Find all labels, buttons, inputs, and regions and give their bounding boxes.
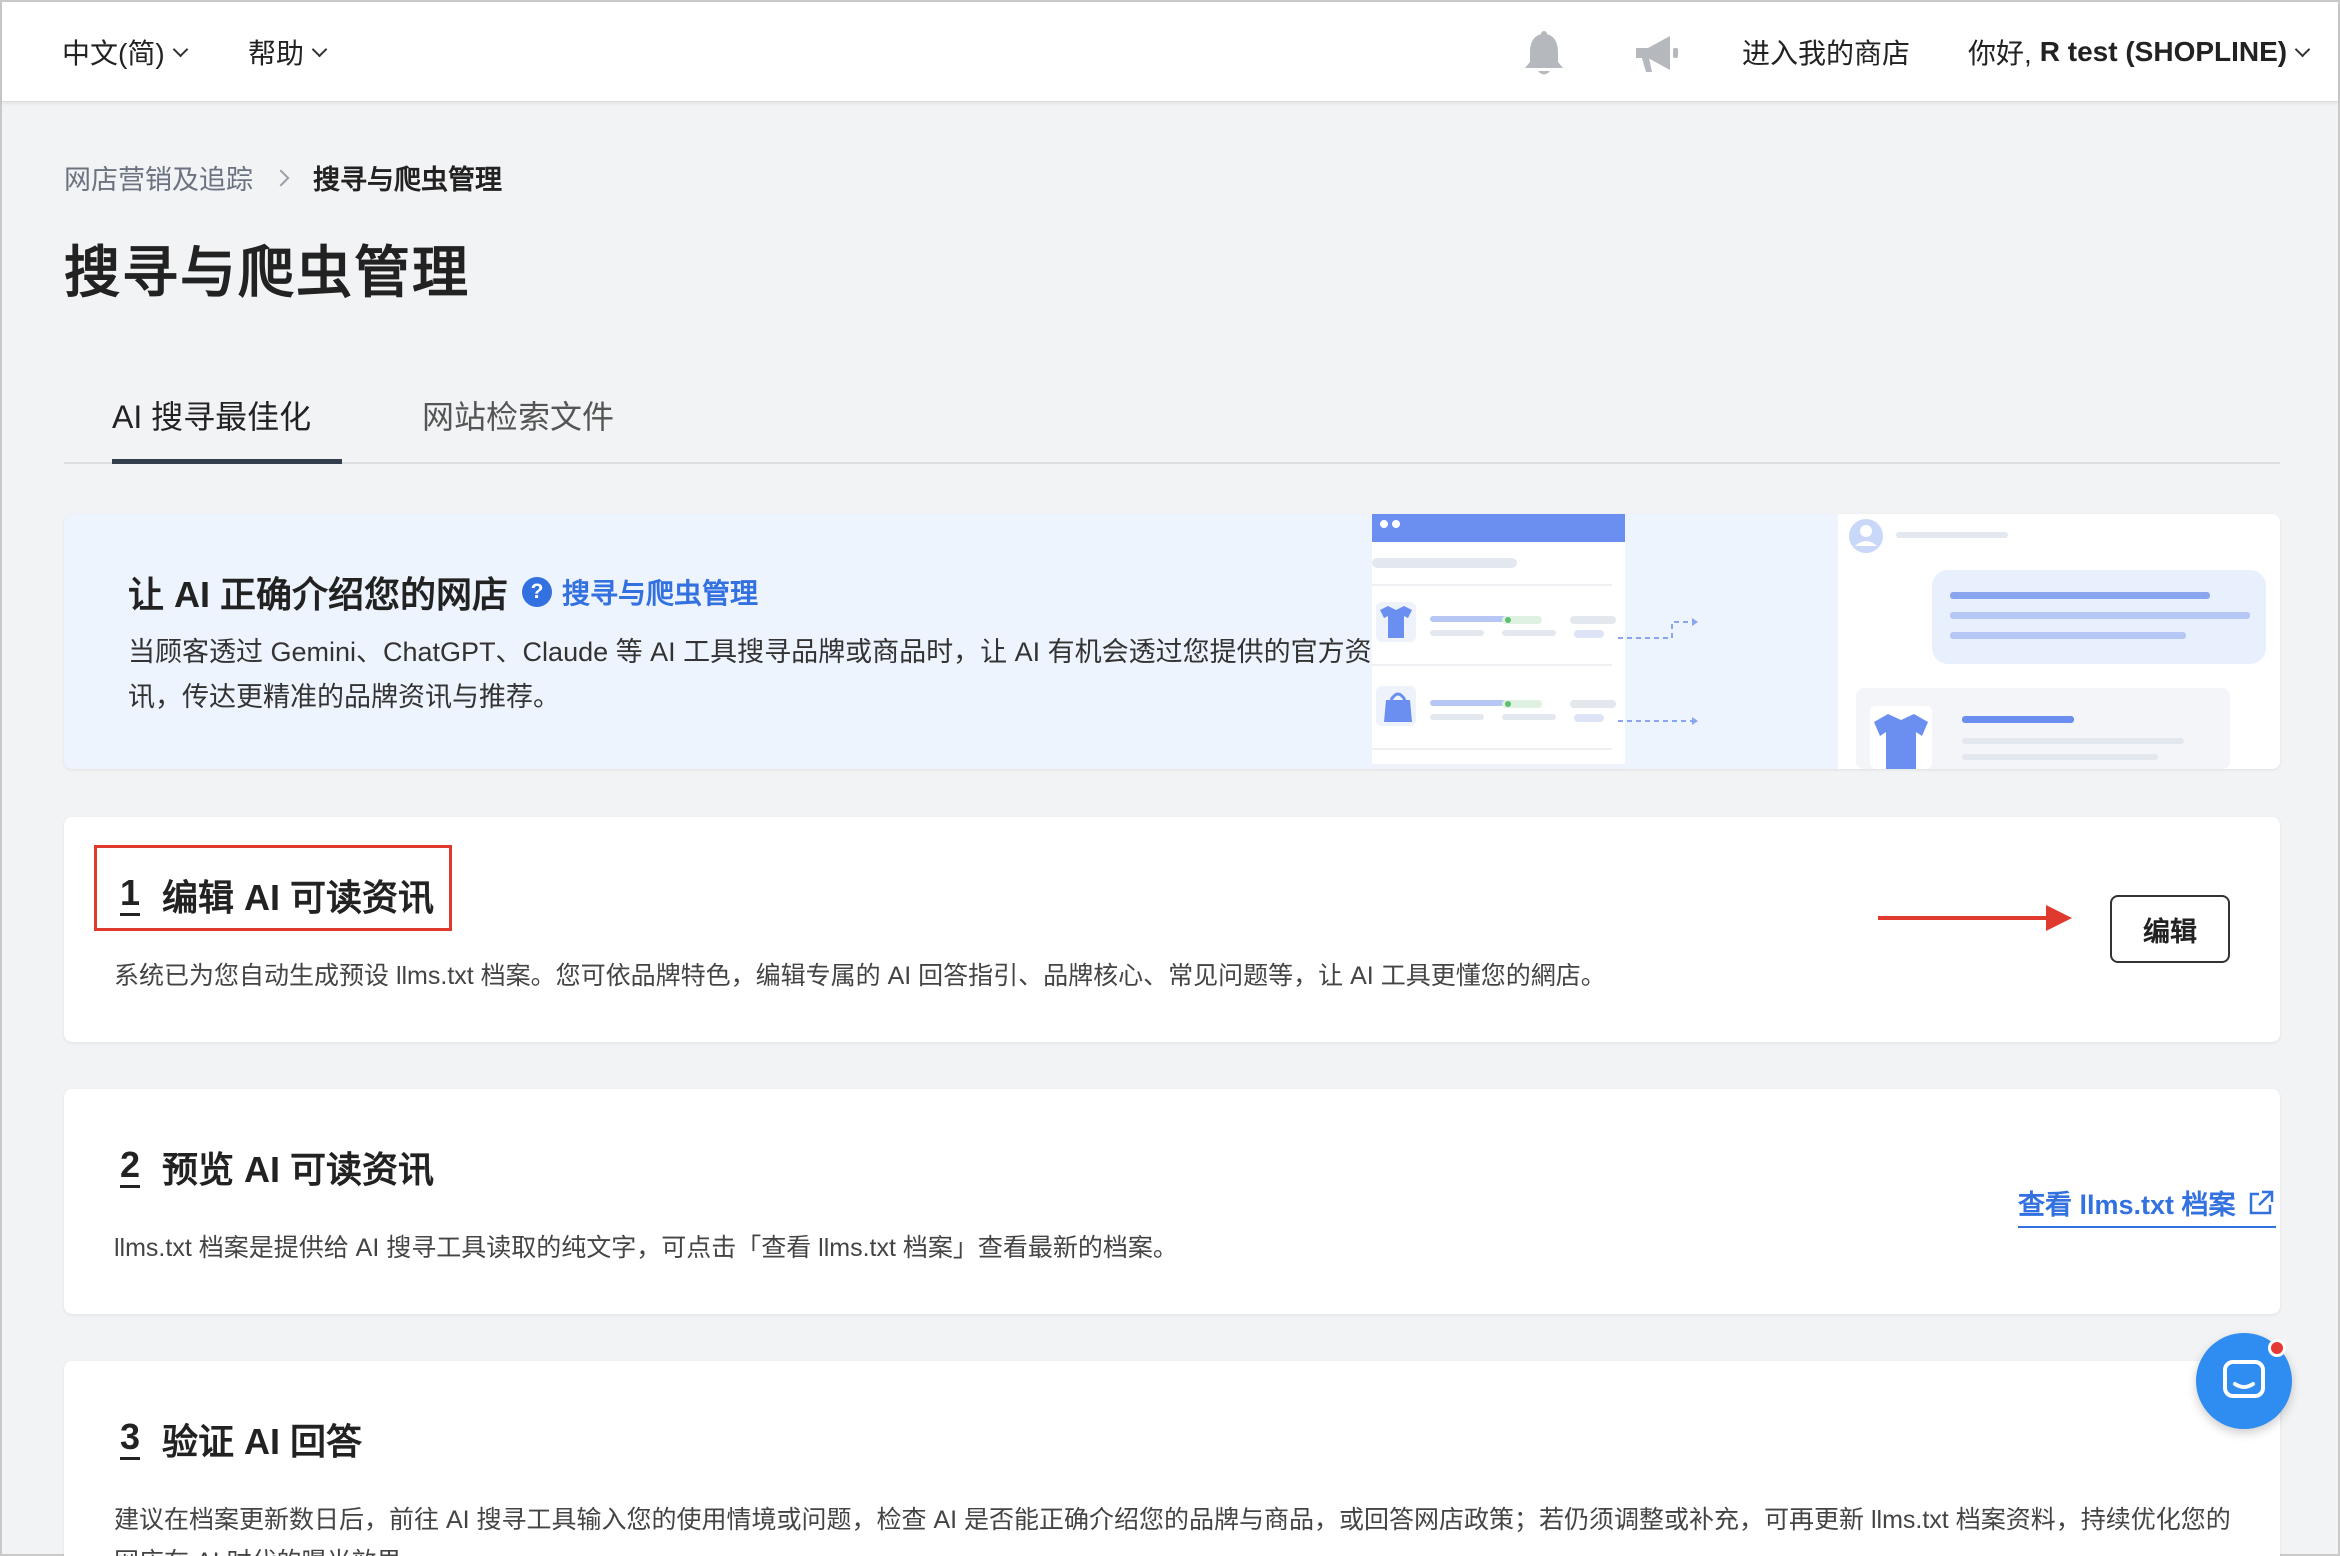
enter-store-label: 进入我的商店	[1742, 38, 1911, 69]
step-2-title: 预览 AI 可读资讯	[162, 1149, 435, 1190]
hero-description: 当顾客透过 Gemini、ChatGPT、Claude 等 AI 工具搜寻品牌或…	[128, 637, 1372, 712]
user-name: R test (SHOPLINE)	[2039, 36, 2288, 67]
chevron-right-icon	[272, 169, 290, 186]
notification-dot	[2268, 1339, 2286, 1357]
breadcrumb-current: 搜寻与爬虫管理	[313, 165, 502, 195]
arrow-right-icon	[1878, 905, 2072, 931]
view-llms-txt-label: 查看 llms.txt 档案	[2018, 1190, 2236, 1220]
step-card-3: 3 验证 AI 回答 建议在档案更新数日后，前往 AI 搜寻工具输入您的使用情境…	[64, 1361, 2280, 1556]
chat-support-button[interactable]	[2196, 1333, 2292, 1429]
megaphone-icon[interactable]	[1630, 30, 1682, 78]
help-menu[interactable]: 帮助	[248, 32, 328, 72]
step-1-title: 编辑 AI 可读资讯	[162, 877, 435, 918]
help-label: 帮助	[248, 38, 305, 69]
chevron-down-icon	[2294, 41, 2311, 57]
hero-title-row: 让 AI 正确介绍您的网店 ? 搜寻与爬虫管理	[128, 566, 758, 618]
language-selector[interactable]: 中文(简)	[62, 32, 188, 72]
enter-store-link[interactable]: 进入我的商店	[1742, 32, 1910, 72]
hero-card: 让 AI 正确介绍您的网店 ? 搜寻与爬虫管理 当顾客透过 Gemini、Cha…	[64, 514, 2280, 769]
language-label: 中文(简)	[62, 38, 165, 69]
step-3-title: 验证 AI 回答	[162, 1421, 363, 1462]
step-card-2: 2 预览 AI 可读资讯 llms.txt 档案是提供给 AI 搜寻工具读取的纯…	[64, 1089, 2280, 1314]
question-icon: ?	[522, 577, 553, 607]
step-card-1: 1 编辑 AI 可读资讯 系统已为您自动生成预设 llms.txt 档案。您可依…	[64, 817, 2280, 1042]
top-bar: 中文(简) 帮助 进入我的商店 你好, R test (SHOPLINE)	[2, 2, 2338, 102]
step-1-description: 系统已为您自动生成预设 llms.txt 档案。您可依品牌特色，编辑专属的 AI…	[114, 962, 1606, 990]
chat-icon	[2223, 1360, 2265, 1398]
external-link-icon	[2249, 1190, 2273, 1214]
hero-title: 让 AI 正确介绍您的网店	[128, 574, 509, 615]
tab-ai-search-optimization[interactable]: AI 搜寻最佳化	[112, 392, 311, 438]
step-1-title-row: 1 编辑 AI 可读资讯	[120, 869, 434, 921]
tab-bar: AI 搜寻最佳化 网站检索文件	[64, 372, 2280, 464]
step-3-description: 建议在档案更新数日后，前往 AI 搜寻工具输入您的使用情境或问题，检查 AI 是…	[114, 1506, 2231, 1556]
active-tab-indicator	[112, 459, 342, 464]
breadcrumb: 网店营销及追踪 搜寻与爬虫管理	[64, 158, 502, 197]
step-number: 3	[120, 1418, 141, 1460]
page-title: 搜寻与爬虫管理	[64, 241, 470, 304]
ai-illustration	[1372, 514, 2280, 769]
tab-site-index-files[interactable]: 网站检索文件	[422, 392, 614, 438]
step-3-title-row: 3 验证 AI 回答	[120, 1413, 362, 1465]
chevron-down-icon	[311, 41, 328, 57]
edit-button[interactable]: 编辑	[2110, 895, 2230, 963]
greeting-prefix: 你好,	[1968, 38, 2032, 69]
step-number: 2	[120, 1146, 141, 1188]
hero-help-label: 搜寻与爬虫管理	[562, 578, 759, 609]
hero-help-link[interactable]: ? 搜寻与爬虫管理	[522, 572, 758, 612]
breadcrumb-parent[interactable]: 网店营销及追踪	[64, 158, 253, 197]
view-llms-txt-link[interactable]: 查看 llms.txt 档案	[2018, 1183, 2276, 1228]
chevron-down-icon	[172, 41, 188, 57]
bell-icon[interactable]	[1518, 30, 1570, 78]
step-2-description: llms.txt 档案是提供给 AI 搜寻工具读取的纯文字，可点击「查看 llm…	[114, 1234, 1178, 1262]
step-number: 1	[120, 874, 141, 916]
step-2-title-row: 2 预览 AI 可读资讯	[120, 1141, 434, 1193]
user-menu[interactable]: 你好, R test (SHOPLINE)	[1968, 32, 2311, 72]
